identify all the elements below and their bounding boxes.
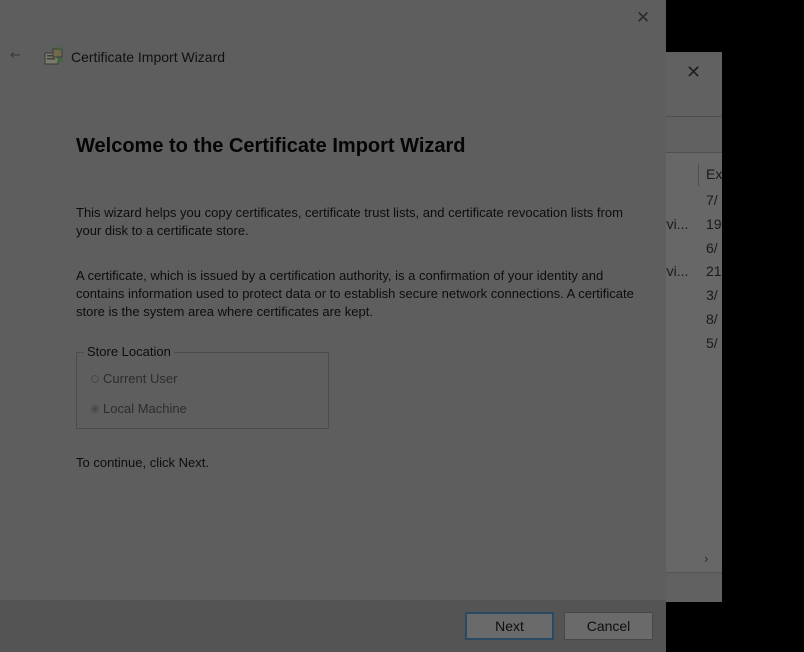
background-cell: 7/ <box>706 192 718 208</box>
window-title: Certificate Import Wizard <box>71 49 226 65</box>
background-close-icon[interactable]: ✕ <box>686 62 701 83</box>
continue-instruction: To continue, click Next. <box>76 455 209 470</box>
background-cell: 21 <box>706 263 722 279</box>
background-column-header-label: Ex <box>706 166 722 182</box>
back-arrow-icon[interactable]: ← <box>10 48 21 63</box>
current-user-radio[interactable] <box>91 374 99 383</box>
background-cell: 5/ <box>706 335 718 351</box>
current-user-label: Current User <box>103 371 178 386</box>
store-location-legend: Store Location <box>84 344 174 359</box>
current-user-option[interactable]: Current User <box>91 371 177 386</box>
background-horizontal-scrollbar[interactable] <box>666 572 722 573</box>
local-machine-option[interactable]: Local Machine <box>91 401 187 416</box>
local-machine-label: Local Machine <box>103 401 187 416</box>
local-machine-radio[interactable] <box>91 404 99 413</box>
background-divider <box>666 116 722 117</box>
certificate-icon <box>44 47 63 65</box>
next-button[interactable]: Next <box>465 612 554 640</box>
intro-paragraph: This wizard helps you copy certificates,… <box>76 205 623 238</box>
close-icon[interactable]: ✕ <box>636 8 650 28</box>
background-cell: 6/ <box>706 240 718 256</box>
page-heading: Welcome to the Certificate Import Wizard <box>76 135 466 157</box>
background-cell: 8/ <box>706 311 718 327</box>
certificate-import-wizard: ✕ ← Certificate Import Wizard Welcome to… <box>0 0 666 652</box>
cancel-button[interactable]: Cancel <box>564 612 653 640</box>
background-cell: 3/ <box>706 287 718 303</box>
store-location-group <box>76 352 329 429</box>
certificate-explanation-paragraph: A certificate, which is issued by a cert… <box>76 268 634 319</box>
background-cell: 19 <box>706 216 722 232</box>
scroll-right-icon[interactable]: › <box>704 552 709 566</box>
